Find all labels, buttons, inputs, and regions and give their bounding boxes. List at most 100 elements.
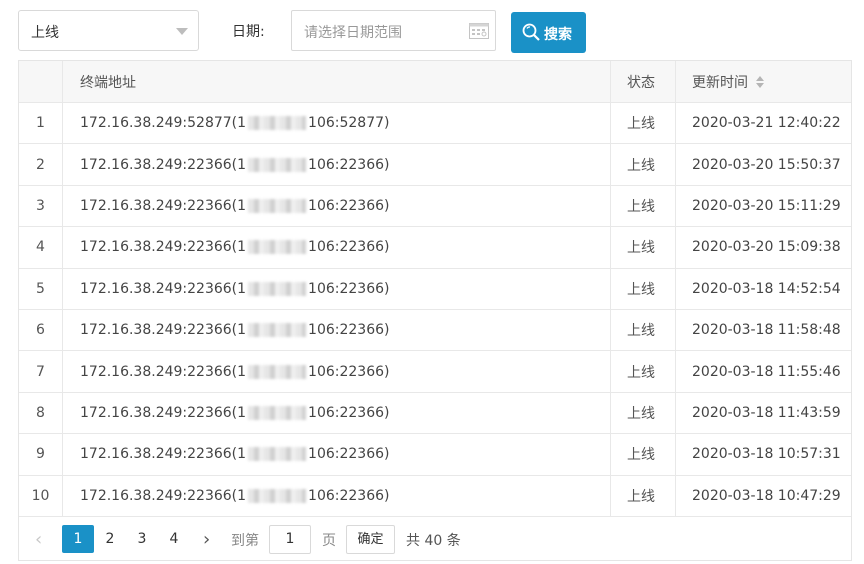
address-suffix: 106:22366) <box>308 322 390 339</box>
status-cell: 上线 <box>611 309 676 351</box>
terminal-address: 172.16.38.249:22366(1 106:22366) <box>63 392 611 434</box>
row-index: 7 <box>19 351 63 392</box>
terminal-address: 172.16.38.249:22366(1 106:22366) <box>63 185 611 227</box>
masked-ip <box>248 364 307 379</box>
table-body: 1 172.16.38.249:52877(1 106:52877) 上线 2020-0… <box>19 103 851 517</box>
row-index: 2 <box>19 144 63 185</box>
search-button[interactable]: 搜索 <box>511 12 586 53</box>
table-row: 9 172.16.38.249:22366(1 106:22366) 上线 2020-0… <box>19 434 851 476</box>
address-suffix: 106:22366) <box>308 487 390 504</box>
status-cell: 上线 <box>611 351 676 392</box>
column-header-time-label: 更新时间 <box>692 74 748 91</box>
masked-ip <box>248 240 307 255</box>
table-row: 7 172.16.38.249:22366(1 106:22366) 上线 2020-0… <box>19 351 851 393</box>
row-index: 4 <box>19 227 63 268</box>
row-index: 9 <box>19 434 63 475</box>
chevron-left-icon[interactable]: ‹ <box>35 529 49 550</box>
masked-ip <box>248 157 307 172</box>
address-prefix: 172.16.38.249:22366(1 <box>80 197 247 214</box>
status-cell: 上线 <box>611 227 676 268</box>
update-time-cell: 2020-03-18 11:58:48 <box>692 322 841 339</box>
update-time-cell: 2020-03-20 15:09:38 <box>692 239 841 256</box>
page-unit-label: 页 <box>322 532 336 549</box>
table-row: 3 172.16.38.249:22366(1 106:22366) 上线 2020-0… <box>19 185 851 228</box>
status-cell: 上线 <box>611 144 676 185</box>
sort-icon[interactable] <box>756 75 764 88</box>
masked-ip <box>248 405 307 420</box>
status-cell: 上线 <box>611 268 676 309</box>
address-prefix: 172.16.38.249:22366(1 <box>80 280 247 297</box>
status-cell: 上线 <box>611 434 676 475</box>
column-header-status-label: 状态 <box>627 74 655 91</box>
terminal-address: 172.16.38.249:22366(1 106:22366) <box>63 227 611 268</box>
address-suffix: 106:22366) <box>308 239 390 256</box>
address-suffix: 106:22366) <box>308 280 390 297</box>
goto-page-input[interactable]: 1 <box>269 524 311 554</box>
chevron-right-icon[interactable]: › <box>203 529 210 550</box>
address-prefix: 172.16.38.249:52877(1 <box>80 115 247 132</box>
caret-down-icon <box>176 28 188 35</box>
table-row: 2 172.16.38.249:22366(1 106:22366) 上线 2020-0… <box>19 144 851 186</box>
address-suffix: 106:22366) <box>308 404 390 421</box>
column-header-address: 终端地址 <box>63 61 611 102</box>
page-1-button[interactable]: 1 <box>62 524 94 553</box>
table-header: 终端地址 状态 更新时间 <box>19 61 851 103</box>
update-time-cell: 2020-03-18 10:57:31 <box>692 446 841 463</box>
table-row: 10 172.16.38.249:22366(1 106:22366) 上线 2020-… <box>19 475 851 517</box>
terminal-address: 172.16.38.249:22366(1 106:22366) <box>63 351 611 392</box>
row-index: 8 <box>19 392 63 434</box>
address-suffix: 106:22366) <box>308 156 390 173</box>
calendar-icon <box>469 23 489 39</box>
status-cell: 上线 <box>611 392 676 434</box>
page-2-button[interactable]: 2 <box>94 525 126 553</box>
terminal-address: 172.16.38.249:22366(1 106:22366) <box>63 268 611 309</box>
column-header-status: 状态 <box>611 61 676 102</box>
terminal-address: 172.16.38.249:22366(1 106:22366) <box>63 309 611 351</box>
column-header-index <box>19 61 63 102</box>
masked-ip <box>248 488 307 503</box>
address-suffix: 106:22366) <box>308 197 390 214</box>
address-prefix: 172.16.38.249:22366(1 <box>80 404 247 421</box>
masked-ip <box>248 198 307 213</box>
terminal-address: 172.16.38.249:22366(1 106:22366) <box>63 144 611 185</box>
masked-ip <box>248 447 307 462</box>
confirm-button[interactable]: 确定 <box>346 524 395 554</box>
update-time-cell: 2020-03-18 14:52:54 <box>692 280 841 297</box>
row-index: 3 <box>19 185 63 227</box>
update-time-cell: 2020-03-20 15:11:29 <box>692 197 841 214</box>
column-header-time[interactable]: 更新时间 <box>676 61 853 102</box>
pagination: ‹ 1 2 3 4 › 到第 1 页 确定 共 40 条 <box>19 517 851 560</box>
date-range-input[interactable]: 请选择日期范围 <box>291 10 496 51</box>
status-select-value: 上线 <box>31 25 59 41</box>
row-index: 6 <box>19 309 63 351</box>
terminal-address: 172.16.38.249:52877(1 106:52877) <box>63 103 611 144</box>
masked-ip <box>248 323 307 338</box>
address-prefix: 172.16.38.249:22366(1 <box>80 487 247 504</box>
table-row: 1 172.16.38.249:52877(1 106:52877) 上线 2020-0… <box>19 103 851 145</box>
address-prefix: 172.16.38.249:22366(1 <box>80 239 247 256</box>
update-time-cell: 2020-03-20 15:50:37 <box>692 156 841 173</box>
status-cell: 上线 <box>611 475 676 516</box>
goto-label: 到第 <box>231 532 259 549</box>
page-4-button[interactable]: 4 <box>158 525 190 553</box>
update-time-cell: 2020-03-18 11:55:46 <box>692 363 841 380</box>
address-prefix: 172.16.38.249:22366(1 <box>80 363 247 380</box>
table-row: 4 172.16.38.249:22366(1 106:22366) 上线 2020-0… <box>19 227 851 269</box>
total-count: 共 40 条 <box>406 532 461 549</box>
terminal-address: 172.16.38.249:22366(1 106:22366) <box>63 475 611 516</box>
address-prefix: 172.16.38.249:22366(1 <box>80 322 247 339</box>
column-header-address-label: 终端地址 <box>80 74 136 91</box>
page-3-button[interactable]: 3 <box>126 525 158 553</box>
search-icon <box>522 23 540 41</box>
address-prefix: 172.16.38.249:22366(1 <box>80 156 247 173</box>
table-row: 8 172.16.38.249:22366(1 106:22366) 上线 2020-0… <box>19 392 851 435</box>
masked-ip <box>248 281 307 296</box>
terminal-table: 终端地址 状态 更新时间 1 172.16.38.249:52877(1 106:5… <box>18 60 852 561</box>
date-range-placeholder: 请选择日期范围 <box>304 25 402 41</box>
table-row: 6 172.16.38.249:22366(1 106:22366) 上线 2020-0… <box>19 309 851 352</box>
row-index: 5 <box>19 268 63 309</box>
status-select[interactable]: 上线 <box>18 10 199 51</box>
masked-ip <box>248 116 307 131</box>
date-label: 日期: <box>232 24 265 40</box>
filter-toolbar: 上线 日期: 请选择日期范围 搜索 <box>18 10 848 54</box>
